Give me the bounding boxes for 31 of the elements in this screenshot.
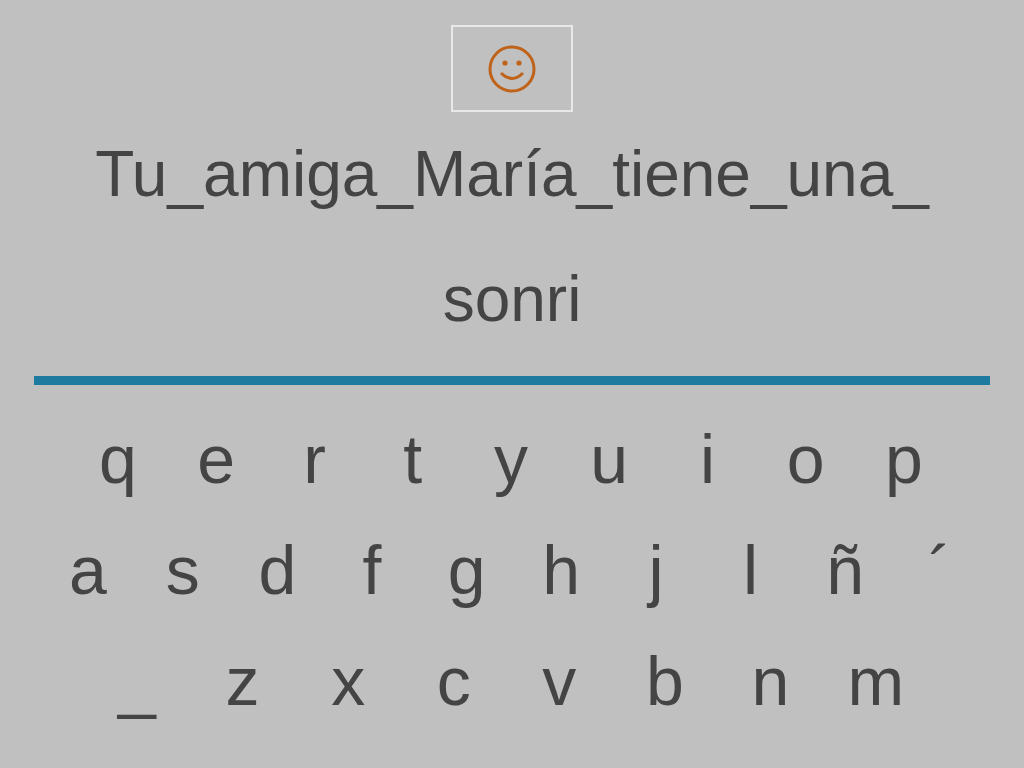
- letter-key[interactable]: _: [97, 635, 177, 726]
- letter-key[interactable]: f: [331, 524, 412, 615]
- letter-key[interactable]: u: [569, 413, 650, 504]
- smiley-icon: [487, 43, 537, 94]
- letter-key[interactable]: q: [78, 413, 158, 504]
- letter-key[interactable]: h: [521, 524, 602, 615]
- letter-key[interactable]: p: [864, 413, 944, 504]
- letter-key[interactable]: v: [519, 635, 600, 726]
- letter-key[interactable]: j: [615, 524, 696, 615]
- letter-key[interactable]: r: [274, 413, 355, 504]
- letter-key[interactable]: o: [765, 413, 846, 504]
- letter-key[interactable]: t: [372, 413, 453, 504]
- letter-key[interactable]: a: [48, 524, 128, 615]
- letter-key[interactable]: i: [667, 413, 748, 504]
- letter-key[interactable]: m: [835, 635, 916, 726]
- letter-key[interactable]: z: [202, 635, 283, 726]
- letter-key[interactable]: ´: [899, 524, 980, 615]
- smiley-button[interactable]: [451, 25, 573, 112]
- letter-key[interactable]: d: [237, 524, 318, 615]
- letter-key[interactable]: g: [426, 524, 507, 615]
- letter-key[interactable]: x: [308, 635, 389, 726]
- letter-key[interactable]: e: [176, 413, 257, 504]
- letter-key[interactable]: n: [730, 635, 811, 726]
- letter-key[interactable]: b: [624, 635, 705, 726]
- letter-key[interactable]: l: [710, 524, 791, 615]
- letter-key[interactable]: c: [413, 635, 494, 726]
- phrase-text: sonri: [442, 262, 582, 337]
- phrase-text: Tu_amiga_María_tiene_una_: [95, 137, 929, 212]
- letter-key[interactable]: s: [142, 524, 223, 615]
- letter-key[interactable]: ñ: [805, 524, 886, 615]
- letter-key[interactable]: y: [471, 413, 551, 504]
